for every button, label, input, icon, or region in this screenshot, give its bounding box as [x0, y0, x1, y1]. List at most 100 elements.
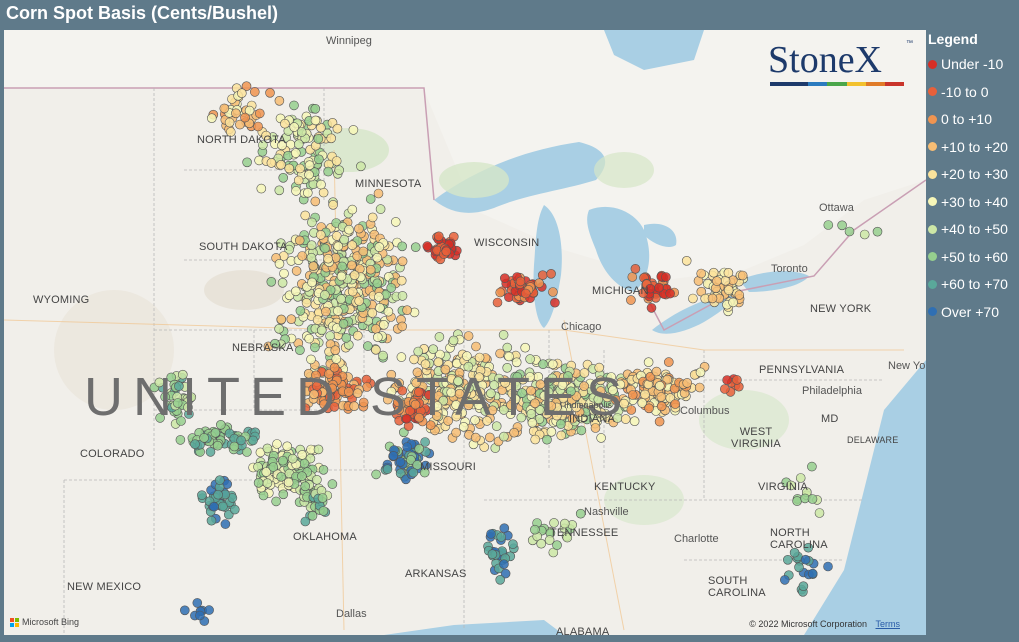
basis-dot[interactable]	[209, 501, 219, 512]
basis-dot[interactable]	[630, 264, 641, 274]
basis-dot[interactable]	[373, 188, 384, 199]
basis-dot[interactable]	[356, 161, 366, 172]
basis-dot[interactable]	[386, 283, 397, 293]
basis-dot[interactable]	[382, 464, 393, 475]
basis-dot[interactable]	[349, 270, 360, 280]
basis-dot[interactable]	[654, 416, 665, 427]
basis-dot[interactable]	[306, 240, 317, 250]
basis-dot[interactable]	[266, 158, 277, 168]
basis-dot[interactable]	[723, 285, 734, 295]
basis-dot[interactable]	[378, 319, 389, 330]
basis-dot[interactable]	[300, 481, 311, 492]
basis-dot[interactable]	[301, 297, 312, 308]
basis-dot[interactable]	[654, 282, 664, 293]
basis-dot[interactable]	[313, 134, 324, 144]
basis-dot[interactable]	[471, 341, 481, 352]
basis-dot[interactable]	[304, 333, 315, 344]
basis-dot[interactable]	[492, 297, 503, 308]
basis-dot[interactable]	[286, 314, 297, 325]
basis-dot[interactable]	[646, 303, 657, 313]
basis-dot[interactable]	[276, 314, 287, 325]
basis-dot[interactable]	[256, 183, 267, 194]
basis-dot[interactable]	[484, 432, 495, 443]
basis-dot[interactable]	[304, 160, 315, 170]
basis-dot[interactable]	[318, 187, 329, 198]
basis-dot[interactable]	[530, 434, 541, 445]
basis-dot[interactable]	[372, 252, 383, 263]
basis-dot[interactable]	[722, 375, 732, 385]
basis-dot[interactable]	[837, 220, 847, 231]
basis-dot[interactable]	[408, 467, 419, 478]
basis-dot[interactable]	[807, 494, 818, 504]
basis-dot[interactable]	[654, 380, 665, 391]
basis-dot[interactable]	[352, 330, 363, 341]
basis-dot[interactable]	[656, 392, 667, 402]
basis-dot[interactable]	[175, 435, 186, 445]
legend-item[interactable]: -10 to 0	[928, 82, 988, 102]
basis-dot[interactable]	[644, 403, 654, 414]
basis-dot[interactable]	[451, 427, 461, 438]
legend-item[interactable]: +10 to +20	[928, 137, 1008, 157]
basis-dot[interactable]	[210, 427, 221, 438]
basis-dot[interactable]	[289, 100, 299, 111]
basis-dot[interactable]	[596, 433, 606, 443]
legend-item[interactable]: +40 to +50	[928, 219, 1008, 239]
basis-dot[interactable]	[312, 315, 323, 325]
basis-dot[interactable]	[520, 342, 531, 353]
basis-dot[interactable]	[474, 352, 485, 363]
basis-dot[interactable]	[341, 333, 352, 343]
basis-dot[interactable]	[694, 382, 705, 393]
basis-dot[interactable]	[293, 139, 304, 149]
basis-dot[interactable]	[374, 242, 385, 252]
legend-item[interactable]: +60 to +70	[928, 274, 1008, 294]
basis-dot[interactable]	[278, 173, 289, 183]
basis-dot[interactable]	[395, 457, 406, 467]
basis-dot[interactable]	[348, 125, 359, 135]
legend-item[interactable]: +30 to +40	[928, 192, 1008, 212]
basis-dot[interactable]	[274, 259, 285, 269]
basis-dot[interactable]	[282, 441, 293, 452]
basis-dot[interactable]	[695, 367, 706, 378]
basis-dot[interactable]	[277, 278, 288, 288]
basis-dot[interactable]	[272, 439, 282, 449]
basis-dot[interactable]	[807, 568, 818, 579]
basis-dot[interactable]	[504, 351, 514, 362]
basis-dot[interactable]	[240, 112, 250, 123]
basis-dot[interactable]	[334, 165, 345, 175]
basis-dot[interactable]	[520, 288, 531, 299]
basis-dot[interactable]	[294, 235, 305, 246]
basis-dot[interactable]	[306, 354, 316, 365]
basis-dot[interactable]	[320, 290, 330, 300]
basis-dot[interactable]	[346, 260, 357, 271]
basis-dot[interactable]	[266, 277, 277, 287]
basis-dot[interactable]	[192, 598, 203, 608]
basis-dot[interactable]	[308, 261, 319, 271]
basis-dot[interactable]	[297, 450, 308, 460]
basis-dot[interactable]	[365, 194, 376, 204]
basis-dot[interactable]	[737, 270, 748, 281]
basis-dot[interactable]	[274, 185, 285, 196]
basis-dot[interactable]	[534, 278, 544, 288]
basis-dot[interactable]	[627, 272, 638, 282]
basis-dot[interactable]	[338, 318, 349, 329]
basis-dot[interactable]	[814, 508, 825, 518]
basis-dot[interactable]	[295, 305, 306, 316]
legend-item[interactable]: Under -10	[928, 54, 1003, 74]
basis-dot[interactable]	[651, 366, 662, 377]
basis-dot[interactable]	[291, 186, 301, 196]
basis-dot[interactable]	[734, 290, 745, 300]
basis-dot[interactable]	[218, 501, 228, 512]
basis-dot[interactable]	[312, 474, 322, 485]
basis-dot[interactable]	[498, 330, 509, 340]
basis-dot[interactable]	[274, 96, 285, 106]
basis-dot[interactable]	[302, 188, 313, 198]
basis-dot[interactable]	[499, 523, 510, 534]
basis-dot[interactable]	[358, 246, 369, 257]
basis-dot[interactable]	[410, 242, 421, 252]
basis-dot[interactable]	[255, 108, 265, 119]
basis-dot[interactable]	[289, 122, 300, 132]
basis-dot[interactable]	[258, 490, 269, 501]
basis-dot[interactable]	[280, 118, 290, 129]
basis-dot[interactable]	[310, 115, 321, 126]
basis-dot[interactable]	[859, 229, 870, 240]
